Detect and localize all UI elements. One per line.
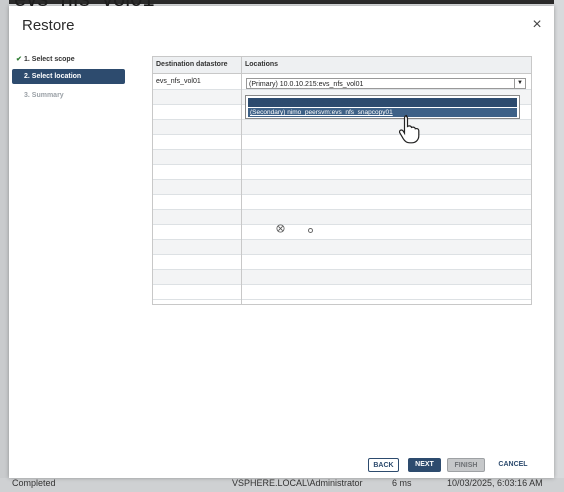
background-duration: 6 ms: [392, 478, 412, 488]
chevron-down-icon[interactable]: ▼: [514, 79, 525, 88]
step-label: 3. Summary: [24, 92, 64, 99]
column-header-datastore: Destination datastore: [156, 61, 228, 68]
dropdown-option-primary[interactable]: (Primary) 10.0.10.215:evs_nfs_vol01: [248, 98, 517, 107]
column-divider: [241, 57, 242, 304]
location-select[interactable]: (Primary) 10.0.10.215:evs_nfs_vol01 ▼: [246, 78, 526, 89]
back-button[interactable]: BACK: [368, 458, 399, 472]
background-user: VSPHERE.LOCAL\Administrator: [232, 478, 363, 488]
step-label: 2. Select location: [24, 73, 82, 80]
loading-spinner-icon: [276, 224, 285, 233]
datastore-cell: evs_nfs_vol01: [156, 78, 201, 85]
table-row: [153, 120, 531, 135]
location-dropdown-list: (Primary) 10.0.10.215:evs_nfs_vol01 (Sec…: [245, 95, 520, 119]
cancel-button[interactable]: CANCEL: [496, 458, 530, 472]
location-grid: Destination datastore Locations evs_nfs_…: [152, 56, 532, 305]
table-row: [153, 270, 531, 285]
table-row: [153, 210, 531, 225]
restore-dialog: Restore × ✔ 1. Select scope 2. Select lo…: [9, 6, 554, 478]
step-summary: 3. Summary: [12, 88, 125, 103]
step-label: 1. Select scope: [24, 56, 75, 63]
check-icon: ✔: [16, 56, 22, 63]
background-status: Completed: [12, 478, 56, 488]
table-row: [153, 255, 531, 270]
background-left-pane: [0, 0, 9, 492]
table-row: [153, 165, 531, 180]
table-row: [153, 285, 531, 300]
next-button[interactable]: NEXT: [408, 458, 441, 472]
finish-button: FINISH: [447, 458, 485, 472]
table-row: [153, 180, 531, 195]
loading-dot-icon: [308, 228, 313, 233]
background-right-pane: [554, 0, 564, 492]
hand-cursor-icon: [399, 114, 420, 144]
table-row: [153, 135, 531, 150]
background-time: 10/03/2025, 6:03:16 AM: [447, 478, 543, 488]
close-icon[interactable]: ×: [532, 16, 541, 33]
table-row: [153, 195, 531, 210]
step-select-scope[interactable]: ✔ 1. Select scope: [12, 52, 125, 67]
column-header-locations: Locations: [245, 61, 279, 68]
background-task-row: Completed VSPHERE.LOCAL\Administrator 6 …: [0, 478, 564, 492]
dialog-title: Restore: [22, 17, 75, 34]
dropdown-option-secondary[interactable]: (Secondary) nimo_peersvm:evs_nfs_snapcop…: [248, 108, 517, 117]
grid-header: Destination datastore Locations: [153, 57, 531, 74]
step-select-location[interactable]: 2. Select location: [12, 69, 125, 84]
table-row: [153, 240, 531, 255]
table-row: evs_nfs_vol01 (Primary) 10.0.10.215:evs_…: [153, 75, 531, 90]
location-select-value: (Primary) 10.0.10.215:evs_nfs_vol01: [249, 81, 364, 88]
table-row: [153, 225, 531, 240]
table-row: [153, 150, 531, 165]
close-button[interactable]: ×: [528, 16, 546, 34]
